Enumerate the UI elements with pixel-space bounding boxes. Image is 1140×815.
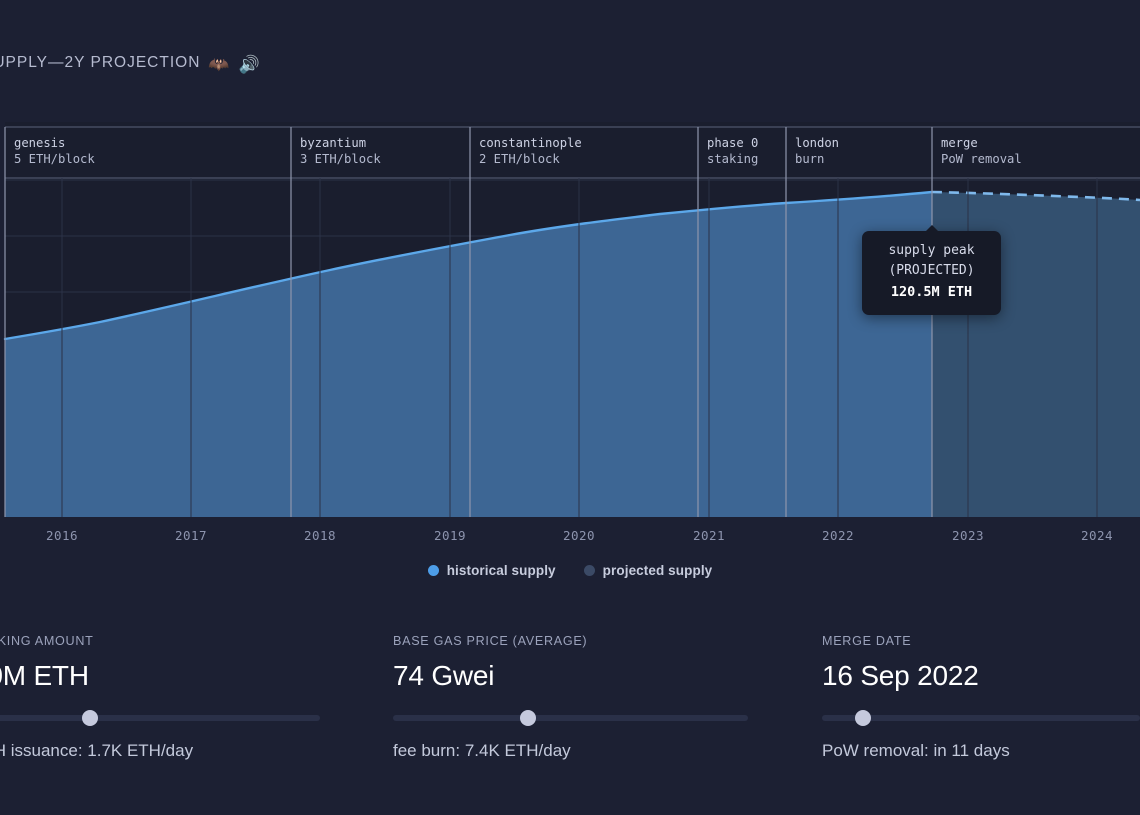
control-label: BASE GAS PRICE (AVERAGE) bbox=[393, 634, 748, 648]
legend-label: projected supply bbox=[603, 563, 713, 578]
era-name: constantinople bbox=[479, 136, 582, 150]
era-byzantium: byzantium 3 ETH/block bbox=[300, 135, 381, 167]
control-merge-date: MERGE DATE 16 Sep 2022 PoW removal: in 1… bbox=[822, 634, 1140, 761]
chart-legend: historical supply projected supply bbox=[0, 563, 1140, 578]
era-name: merge bbox=[941, 136, 978, 150]
bat-icon: 🦇 bbox=[208, 56, 230, 73]
legend-dot-icon bbox=[428, 565, 439, 576]
tooltip-subtitle: (PROJECTED) bbox=[870, 261, 993, 281]
control-subtext: PoW removal: in 11 days bbox=[822, 741, 1140, 761]
era-constantinople: constantinople 2 ETH/block bbox=[479, 135, 582, 167]
control-subtext: ETH issuance: 1.7K ETH/day bbox=[0, 741, 320, 761]
era-genesis: genesis 5 ETH/block bbox=[14, 135, 95, 167]
era-london: london burn bbox=[795, 135, 839, 167]
era-detail: staking bbox=[707, 151, 758, 167]
x-tick-2021: 2021 bbox=[693, 528, 725, 543]
control-label: MERGE DATE bbox=[822, 634, 1140, 648]
staking-amount-slider[interactable] bbox=[0, 711, 320, 725]
era-name: phase 0 bbox=[707, 136, 758, 150]
page-title-text: SUPPLY—2Y PROJECTION bbox=[0, 54, 200, 71]
x-tick-2019: 2019 bbox=[434, 528, 466, 543]
slider-thumb[interactable] bbox=[520, 710, 536, 726]
slider-track[interactable] bbox=[0, 715, 320, 721]
tooltip-title: supply peak bbox=[870, 241, 993, 261]
era-label-row: genesis 5 ETH/block byzantium 3 ETH/bloc… bbox=[0, 122, 1140, 180]
controls-row: STAKING AMOUNT 30M ETH ETH issuance: 1.7… bbox=[0, 634, 1140, 774]
era-detail: 3 ETH/block bbox=[300, 151, 381, 167]
control-staking-amount: STAKING AMOUNT 30M ETH ETH issuance: 1.7… bbox=[0, 634, 320, 761]
control-value: 74 Gwei bbox=[393, 660, 748, 692]
control-value: 30M ETH bbox=[0, 660, 320, 692]
x-tick-2022: 2022 bbox=[822, 528, 854, 543]
supply-peak-tooltip: supply peak (PROJECTED) 120.5M ETH bbox=[862, 231, 1001, 315]
base-gas-price-slider[interactable] bbox=[393, 711, 748, 725]
control-base-gas-price: BASE GAS PRICE (AVERAGE) 74 Gwei fee bur… bbox=[393, 634, 748, 761]
slider-thumb[interactable] bbox=[855, 710, 871, 726]
legend-item-historical[interactable]: historical supply bbox=[428, 563, 556, 578]
era-detail: burn bbox=[795, 151, 839, 167]
x-tick-2016: 2016 bbox=[46, 528, 78, 543]
legend-label: historical supply bbox=[447, 563, 556, 578]
merge-date-slider[interactable] bbox=[822, 711, 1140, 725]
slider-thumb[interactable] bbox=[82, 710, 98, 726]
slider-track[interactable] bbox=[393, 715, 748, 721]
speaker-icon[interactable]: 🔊 bbox=[239, 56, 261, 73]
legend-item-projected[interactable]: projected supply bbox=[584, 563, 713, 578]
supply-chart[interactable]: genesis 5 ETH/block byzantium 3 ETH/bloc… bbox=[0, 122, 1140, 518]
era-name: london bbox=[795, 136, 839, 150]
page-header: SUPPLY—2Y PROJECTION 🦇 🔊 bbox=[0, 46, 1140, 80]
supply-chart-svg bbox=[0, 122, 1140, 518]
era-phase-0: phase 0 staking bbox=[707, 135, 758, 167]
tooltip-value: 120.5M ETH bbox=[870, 281, 993, 304]
x-tick-2020: 2020 bbox=[563, 528, 595, 543]
x-tick-2018: 2018 bbox=[304, 528, 336, 543]
era-name: genesis bbox=[14, 136, 65, 150]
legend-dot-icon bbox=[584, 565, 595, 576]
control-label: STAKING AMOUNT bbox=[0, 634, 320, 648]
x-tick-2023: 2023 bbox=[952, 528, 984, 543]
era-merge: merge PoW removal bbox=[941, 135, 1022, 167]
control-subtext: fee burn: 7.4K ETH/day bbox=[393, 741, 748, 761]
eth-supply-projection-page: SUPPLY—2Y PROJECTION 🦇 🔊 bbox=[0, 0, 1140, 815]
x-axis: 2016 2017 2018 2019 2020 2021 2022 2023 … bbox=[0, 528, 1140, 548]
era-detail: 2 ETH/block bbox=[479, 151, 582, 167]
era-detail: 5 ETH/block bbox=[14, 151, 95, 167]
control-value: 16 Sep 2022 bbox=[822, 660, 1140, 692]
x-tick-2017: 2017 bbox=[175, 528, 207, 543]
page-title: SUPPLY—2Y PROJECTION 🦇 🔊 bbox=[0, 54, 261, 73]
era-name: byzantium bbox=[300, 136, 366, 150]
x-tick-2024: 2024 bbox=[1081, 528, 1113, 543]
era-detail: PoW removal bbox=[941, 151, 1022, 167]
